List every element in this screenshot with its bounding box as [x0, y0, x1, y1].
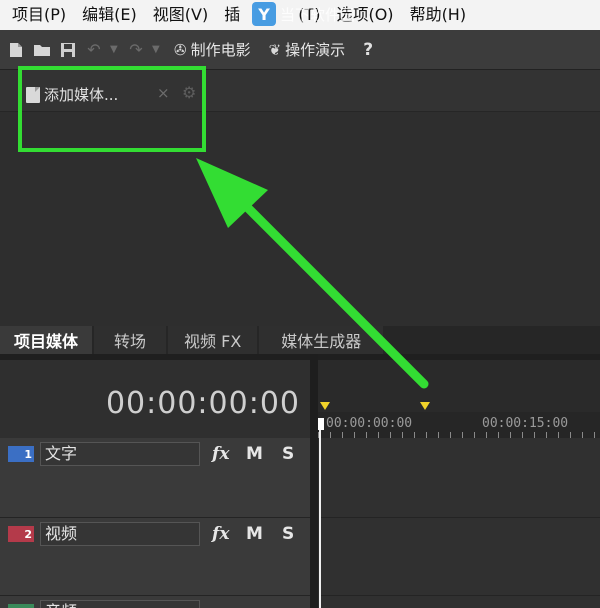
track-number: 2: [8, 526, 34, 542]
site-watermark: Y 当下软件园: [252, 2, 355, 26]
track-header-text[interactable]: 1 文字 fx M S: [0, 438, 310, 518]
loop-end-marker[interactable]: [420, 402, 430, 410]
ruler-label-15s: 00:00:15:00: [482, 416, 569, 431]
watermark-text: 当下软件园: [280, 5, 356, 24]
playhead-line[interactable]: [319, 430, 321, 608]
track-fx-button[interactable]: fx: [212, 444, 229, 464]
menu-edit[interactable]: 编辑(E): [74, 0, 145, 30]
panel-tabs: 项目媒体 转场 视频 FX 媒体生成器: [0, 326, 600, 354]
film-reel-icon: ✇: [174, 40, 187, 59]
open-folder-icon[interactable]: [32, 40, 52, 60]
timeline-divider[interactable]: [310, 354, 318, 608]
ruler-label-start: 00:00:00:00: [326, 416, 413, 431]
make-movie-label: 制作电影: [190, 41, 251, 59]
save-icon[interactable]: [58, 40, 78, 60]
menu-help[interactable]: 帮助(H): [402, 0, 475, 30]
loop-start-marker[interactable]: [320, 402, 330, 410]
track-number: 3: [8, 604, 34, 608]
redo-dropdown-icon[interactable]: ▼: [152, 44, 162, 55]
make-movie-button[interactable]: ✇ 制作电影: [168, 39, 257, 60]
help-button[interactable]: ?: [363, 40, 373, 60]
track-number: 1: [8, 446, 34, 462]
tutorial-icon: ❦: [268, 40, 282, 59]
track-mute-button[interactable]: M: [246, 524, 263, 544]
track-header-video[interactable]: 2 视频 fx M S: [0, 518, 310, 596]
undo-dropdown-icon[interactable]: ▼: [110, 44, 120, 55]
tab-transitions[interactable]: 转场: [94, 326, 167, 354]
watermark-logo-icon: Y: [252, 2, 276, 26]
tutorial-label: 操作演示: [285, 41, 346, 59]
track-lane-video[interactable]: [321, 518, 600, 596]
tab-project-media[interactable]: 项目媒体: [0, 326, 93, 354]
menu-project[interactable]: 项目(P): [4, 0, 74, 30]
tab-video-fx[interactable]: 视频 FX: [168, 326, 258, 354]
track-name-field[interactable]: 视频: [40, 522, 200, 546]
track-header-audio[interactable]: 3 音频: [0, 596, 310, 608]
tab-media-generators[interactable]: 媒体生成器: [259, 326, 384, 354]
track-mute-button[interactable]: M: [246, 444, 263, 464]
new-project-icon[interactable]: [6, 40, 26, 60]
track-lane-text[interactable]: [321, 438, 600, 518]
timecode-display: 00:00:00:00: [105, 386, 300, 421]
track-solo-button[interactable]: S: [282, 524, 294, 544]
undo-icon[interactable]: ↶: [84, 40, 104, 60]
track-solo-button[interactable]: S: [282, 444, 294, 464]
timeline-ruler[interactable]: 00:00:00:00 00:00:15:00: [318, 412, 600, 438]
highlight-box: [18, 66, 206, 152]
toolbar: ↶ ▼ ↷ ▼ ✇ 制作电影 ❦ 操作演示 ?: [0, 30, 600, 70]
track-fx-button[interactable]: fx: [212, 524, 229, 544]
track-name-field[interactable]: 文字: [40, 442, 200, 466]
playhead-handle[interactable]: [318, 418, 324, 430]
track-lane-audio[interactable]: [321, 596, 600, 608]
timecode-area: 00:00:00:00: [0, 354, 310, 438]
menu-view[interactable]: 视图(V): [145, 0, 216, 30]
redo-icon[interactable]: ↷: [126, 40, 146, 60]
track-name-field[interactable]: 音频: [40, 600, 200, 608]
tutorial-button[interactable]: ❦ 操作演示: [263, 39, 352, 60]
